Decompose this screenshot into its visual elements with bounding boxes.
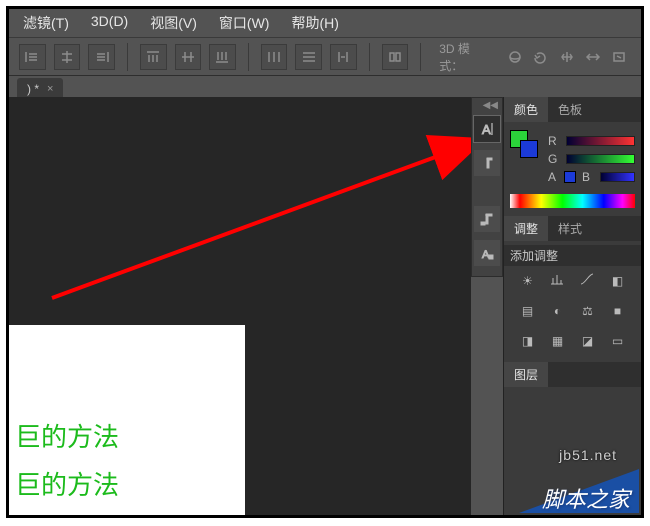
color-panel: R G A B <box>504 122 641 216</box>
character-panel-button[interactable]: A <box>474 116 500 142</box>
g-label: G <box>548 152 560 166</box>
bw-icon[interactable]: ■ <box>609 302 627 320</box>
color-spectrum[interactable] <box>510 194 635 208</box>
align-center-h-icon[interactable] <box>54 44 81 70</box>
vibrance-icon[interactable]: ▤ <box>519 302 537 320</box>
menu-view[interactable]: 视图(V) <box>150 13 197 33</box>
paragraph-styles-button[interactable] <box>474 206 500 232</box>
hue-icon[interactable]: ◐ <box>549 302 567 320</box>
posterize-icon[interactable]: ▦ <box>549 332 567 350</box>
levels-icon[interactable] <box>549 272 567 290</box>
canvas-text-line: 巨的方法 <box>15 413 239 461</box>
gradient-map-icon[interactable]: ▭ <box>609 332 627 350</box>
fg-bg-swatches[interactable] <box>510 130 540 160</box>
separator <box>369 43 370 71</box>
character-styles-button[interactable]: A <box>474 240 500 266</box>
exposure-icon[interactable]: ◧ <box>609 272 627 290</box>
menu-filter[interactable]: 滤镜(T) <box>23 13 69 33</box>
auto-align-icon[interactable] <box>382 44 409 70</box>
collapsed-panel-strip: ◀◀ A A <box>471 97 503 277</box>
balance-icon[interactable]: ⚖ <box>579 302 597 320</box>
document-canvas[interactable]: 巨的方法 巨的方法 <box>9 325 245 515</box>
align-left-icon[interactable] <box>19 44 46 70</box>
mode3d-label: 3D 模式： <box>439 40 491 74</box>
threshold-icon[interactable]: ◪ <box>579 332 597 350</box>
align-right-icon[interactable] <box>88 44 115 70</box>
r-slider[interactable] <box>566 136 635 146</box>
brightness-icon[interactable]: ☀ <box>519 272 537 290</box>
tab-layers[interactable]: 图层 <box>504 362 548 387</box>
rotate-icon[interactable] <box>529 46 553 68</box>
text-a-icon: A <box>548 170 556 184</box>
invert-icon[interactable]: ◨ <box>519 332 537 350</box>
expand-panels-icon[interactable]: ◀◀ <box>483 100 498 111</box>
panel-tabs-2: 调整 样式 <box>504 216 641 241</box>
b-slider[interactable] <box>600 172 635 182</box>
panel-tabs-3: 图层 <box>504 362 641 387</box>
footer-text: 脚本之家 <box>542 482 630 514</box>
curves-icon[interactable] <box>579 272 597 290</box>
menu-bar: 滤镜(T) 3D(D) 视图(V) 窗口(W) 帮助(H) <box>9 9 641 38</box>
scale-icon[interactable] <box>607 46 631 68</box>
separator <box>248 43 249 71</box>
distribute-spacing-icon[interactable] <box>330 44 357 70</box>
app-frame: 滤镜(T) 3D(D) 视图(V) 窗口(W) 帮助(H) 3D 模式： <box>6 6 644 518</box>
panel-tabs: 颜色 色板 <box>504 97 641 122</box>
align-bottom-icon[interactable] <box>209 44 236 70</box>
distribute-h-icon[interactable] <box>261 44 288 70</box>
background-swatch[interactable] <box>520 140 538 158</box>
svg-text:A: A <box>482 122 491 137</box>
align-top-icon[interactable] <box>140 44 167 70</box>
align-middle-v-icon[interactable] <box>175 44 202 70</box>
canvas-text-line: 巨的方法 <box>15 461 239 509</box>
b-label: B <box>582 170 594 184</box>
tab-color[interactable]: 颜色 <box>504 97 548 122</box>
close-icon[interactable]: × <box>47 83 53 95</box>
distribute-v-icon[interactable] <box>295 44 322 70</box>
text-color-swatch[interactable] <box>564 171 576 183</box>
tab-adjustments[interactable]: 调整 <box>504 216 548 241</box>
pan-icon[interactable] <box>555 46 579 68</box>
r-label: R <box>548 134 560 148</box>
adjustments-row-2: ▤ ◐ ⚖ ■ <box>504 296 641 326</box>
menu-3d[interactable]: 3D(D) <box>91 13 128 33</box>
options-bar: 3D 模式： <box>9 38 641 76</box>
orbit-icon[interactable] <box>503 46 527 68</box>
adjustments-row-3: ◨ ▦ ◪ ▭ <box>504 326 641 356</box>
tab-styles[interactable]: 样式 <box>548 216 592 241</box>
adjustments-row-1: ☀ ◧ <box>504 266 641 296</box>
separator <box>420 43 421 71</box>
add-adjustment-label: 添加调整 <box>504 245 641 266</box>
slide-icon[interactable] <box>581 46 605 68</box>
paragraph-panel-button[interactable] <box>474 150 500 176</box>
document-tab-label: ) * <box>27 82 39 96</box>
workspace: 巨的方法 巨的方法 <box>9 97 471 515</box>
separator <box>127 43 128 71</box>
g-slider[interactable] <box>566 154 635 164</box>
menu-window[interactable]: 窗口(W) <box>219 13 270 33</box>
tab-swatches[interactable]: 色板 <box>548 97 592 122</box>
menu-help[interactable]: 帮助(H) <box>291 13 338 33</box>
watermark-url: jb51.net <box>559 447 617 463</box>
